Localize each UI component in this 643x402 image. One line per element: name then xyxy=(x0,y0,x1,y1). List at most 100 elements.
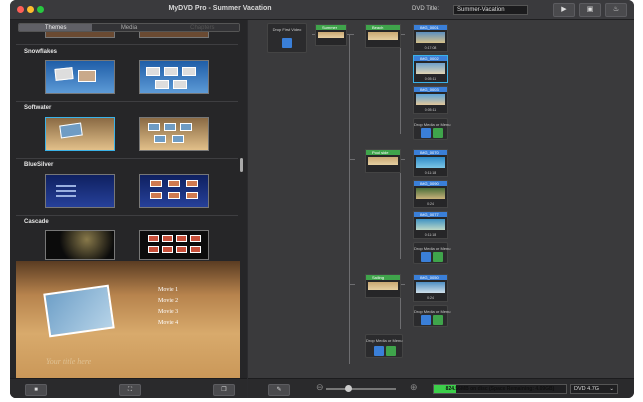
tab-chapters[interactable]: Chapters xyxy=(165,24,239,31)
disc-capacity-text: 824.56MB on disc (Space Remaining: 4.09G… xyxy=(445,386,555,392)
play-icon: ▶ xyxy=(561,6,567,13)
clip-node[interactable]: IMG_0001 0:17:08 xyxy=(413,24,448,52)
theme-thumb-partial[interactable] xyxy=(139,32,209,38)
clip-name: IMG_0003 xyxy=(414,87,447,92)
clip-name: IMG_0077 xyxy=(414,212,447,217)
drop-media-label: Drop Media or Menu xyxy=(414,122,451,127)
preview-menu-item[interactable]: Movie 1 xyxy=(158,287,178,293)
divider xyxy=(16,44,238,45)
zoom-slider[interactable] xyxy=(326,388,396,390)
clip-name: IMG_0070 xyxy=(414,150,447,155)
fit-button[interactable]: ⛶ xyxy=(119,384,141,396)
clip-duration: 0:11:18 xyxy=(424,171,437,175)
video-drop-icon xyxy=(282,38,292,48)
clip-name: IMG_0001 xyxy=(414,25,447,30)
submenu-node[interactable]: Beach xyxy=(365,24,401,48)
theme-name: BlueSilver xyxy=(24,162,54,168)
drop-media-zone[interactable]: Drop Media or Menu xyxy=(413,305,450,327)
video-drop-icon xyxy=(421,252,431,262)
clip-thumbnail xyxy=(416,188,445,199)
theme-thumb-bluesilver-sub[interactable] xyxy=(139,174,209,208)
submenu-label: Pool side xyxy=(366,150,400,155)
save-button[interactable]: ▣ xyxy=(579,3,601,17)
submenu-node[interactable]: Sailing xyxy=(365,274,401,298)
clip-thumbnail xyxy=(416,63,445,74)
connector xyxy=(349,34,350,364)
submenu-label: Beach xyxy=(366,25,400,30)
clip-node[interactable]: IMG_0077 0:11:18 xyxy=(413,211,448,239)
theme-thumb-partial[interactable] xyxy=(45,32,115,38)
clip-node[interactable]: IMG_0090 0:24 xyxy=(413,180,448,208)
clip-duration: 0:05:11 xyxy=(424,108,437,112)
clip-duration: 0:24 xyxy=(427,202,434,206)
drop-media-zone[interactable]: Drop Media or Menu xyxy=(413,242,450,264)
clip-thumbnail xyxy=(416,32,445,43)
preview-menu-item[interactable]: Movie 2 xyxy=(158,298,178,304)
preview-photo xyxy=(43,284,115,338)
burn-button[interactable]: ♨ xyxy=(605,3,627,17)
clip-thumbnail xyxy=(416,157,445,168)
menu-preview: Movie 1 Movie 2 Movie 3 Movie 4 Your tit… xyxy=(16,261,240,382)
drop-first-video-zone[interactable]: Drop First Video xyxy=(267,23,307,53)
theme-thumb-cascade-sub[interactable] xyxy=(139,230,209,260)
zoom-in-icon[interactable]: ⊕ xyxy=(410,382,418,393)
play-button[interactable]: ▶ xyxy=(553,3,575,17)
dvd-title-input[interactable]: Summer-Vacation xyxy=(453,5,528,15)
preview-menu-item[interactable]: Movie 3 xyxy=(158,309,178,315)
clip-node[interactable]: IMG_0003 0:05:11 xyxy=(413,86,448,114)
fit-icon: ⛶ xyxy=(127,387,133,393)
slides-button[interactable]: ❐ xyxy=(213,384,235,396)
theme-thumb-softwater-main[interactable] xyxy=(45,117,115,151)
drop-media-zone[interactable]: Drop Media or Menu xyxy=(365,334,403,358)
chevron-down-icon: ⌄ xyxy=(609,386,614,392)
window-title: MyDVD Pro - Summer Vacation xyxy=(168,5,272,12)
video-drop-icon xyxy=(421,128,431,138)
app-window: MyDVD Pro - Summer Vacation DVD Title: S… xyxy=(10,0,634,398)
menu-drop-icon xyxy=(433,128,443,138)
submenu-label: Sailing xyxy=(366,275,400,280)
clip-name: IMG_0090 xyxy=(414,181,447,186)
clip-node[interactable]: IMG_0002 0:05:11 xyxy=(413,55,448,83)
connector xyxy=(400,34,401,134)
zoom-slider-knob[interactable] xyxy=(345,385,352,392)
connector xyxy=(349,159,355,160)
menu-drop-icon xyxy=(433,252,443,262)
root-menu-node[interactable]: Summer xyxy=(315,24,347,46)
theme-thumb-cascade-main[interactable] xyxy=(45,230,115,260)
zoom-out-icon[interactable]: ⊖ xyxy=(316,382,324,393)
theme-thumb-bluesilver-main[interactable] xyxy=(45,174,115,208)
panel-tabs: Themes Media Chapters xyxy=(18,23,240,32)
clip-node[interactable]: IMG_0070 0:11:18 xyxy=(413,149,448,177)
clip-name: IMG_0002 xyxy=(414,56,447,61)
slides-icon: ❐ xyxy=(221,387,227,393)
tab-media[interactable]: Media xyxy=(92,24,166,31)
save-icon: ▣ xyxy=(586,6,594,13)
clip-name: IMG_0050 xyxy=(414,275,447,280)
theme-thumb-softwater-sub[interactable] xyxy=(139,117,209,151)
disc-type-value: DVD 4.7G xyxy=(574,386,600,392)
clip-thumbnail xyxy=(416,219,445,230)
theme-list-scrollbar[interactable] xyxy=(240,158,243,172)
drop-media-label: Drop Media or Menu xyxy=(366,338,403,343)
dvd-title-label: DVD Title: xyxy=(412,6,440,12)
theme-panel: Themes Media Chapters Snowflakes Softwat… xyxy=(10,20,247,398)
right-toolbar: ✎ ⊖ ⊕ 824.56MB on disc (Space Remaining:… xyxy=(248,378,634,398)
disc-type-select[interactable]: DVD 4.7G ⌄ xyxy=(570,384,618,394)
submenu-thumbnail xyxy=(368,282,398,290)
submenu-node[interactable]: Pool side xyxy=(365,149,401,173)
menu-structure-canvas: Drop First Video Summer Beach Pool side … xyxy=(248,20,634,378)
tab-themes[interactable]: Themes xyxy=(19,24,93,31)
drop-media-zone[interactable]: Drop Media or Menu xyxy=(413,118,451,140)
preview-title-placeholder[interactable]: Your title here xyxy=(46,357,91,366)
connector xyxy=(400,159,401,259)
theme-thumb-snowflakes-main[interactable] xyxy=(45,60,115,94)
menu-drop-icon xyxy=(386,346,396,356)
clip-duration: 0:17:08 xyxy=(424,46,437,50)
preview-menu-item[interactable]: Movie 4 xyxy=(158,320,178,326)
stop-button[interactable]: ■ xyxy=(25,384,47,396)
comment-button[interactable]: ✎ xyxy=(268,384,290,396)
clip-node[interactable]: IMG_0050 0:24 xyxy=(413,274,448,302)
clip-thumbnail xyxy=(416,282,445,293)
theme-thumb-snowflakes-sub[interactable] xyxy=(139,60,209,94)
video-drop-icon xyxy=(374,346,384,356)
